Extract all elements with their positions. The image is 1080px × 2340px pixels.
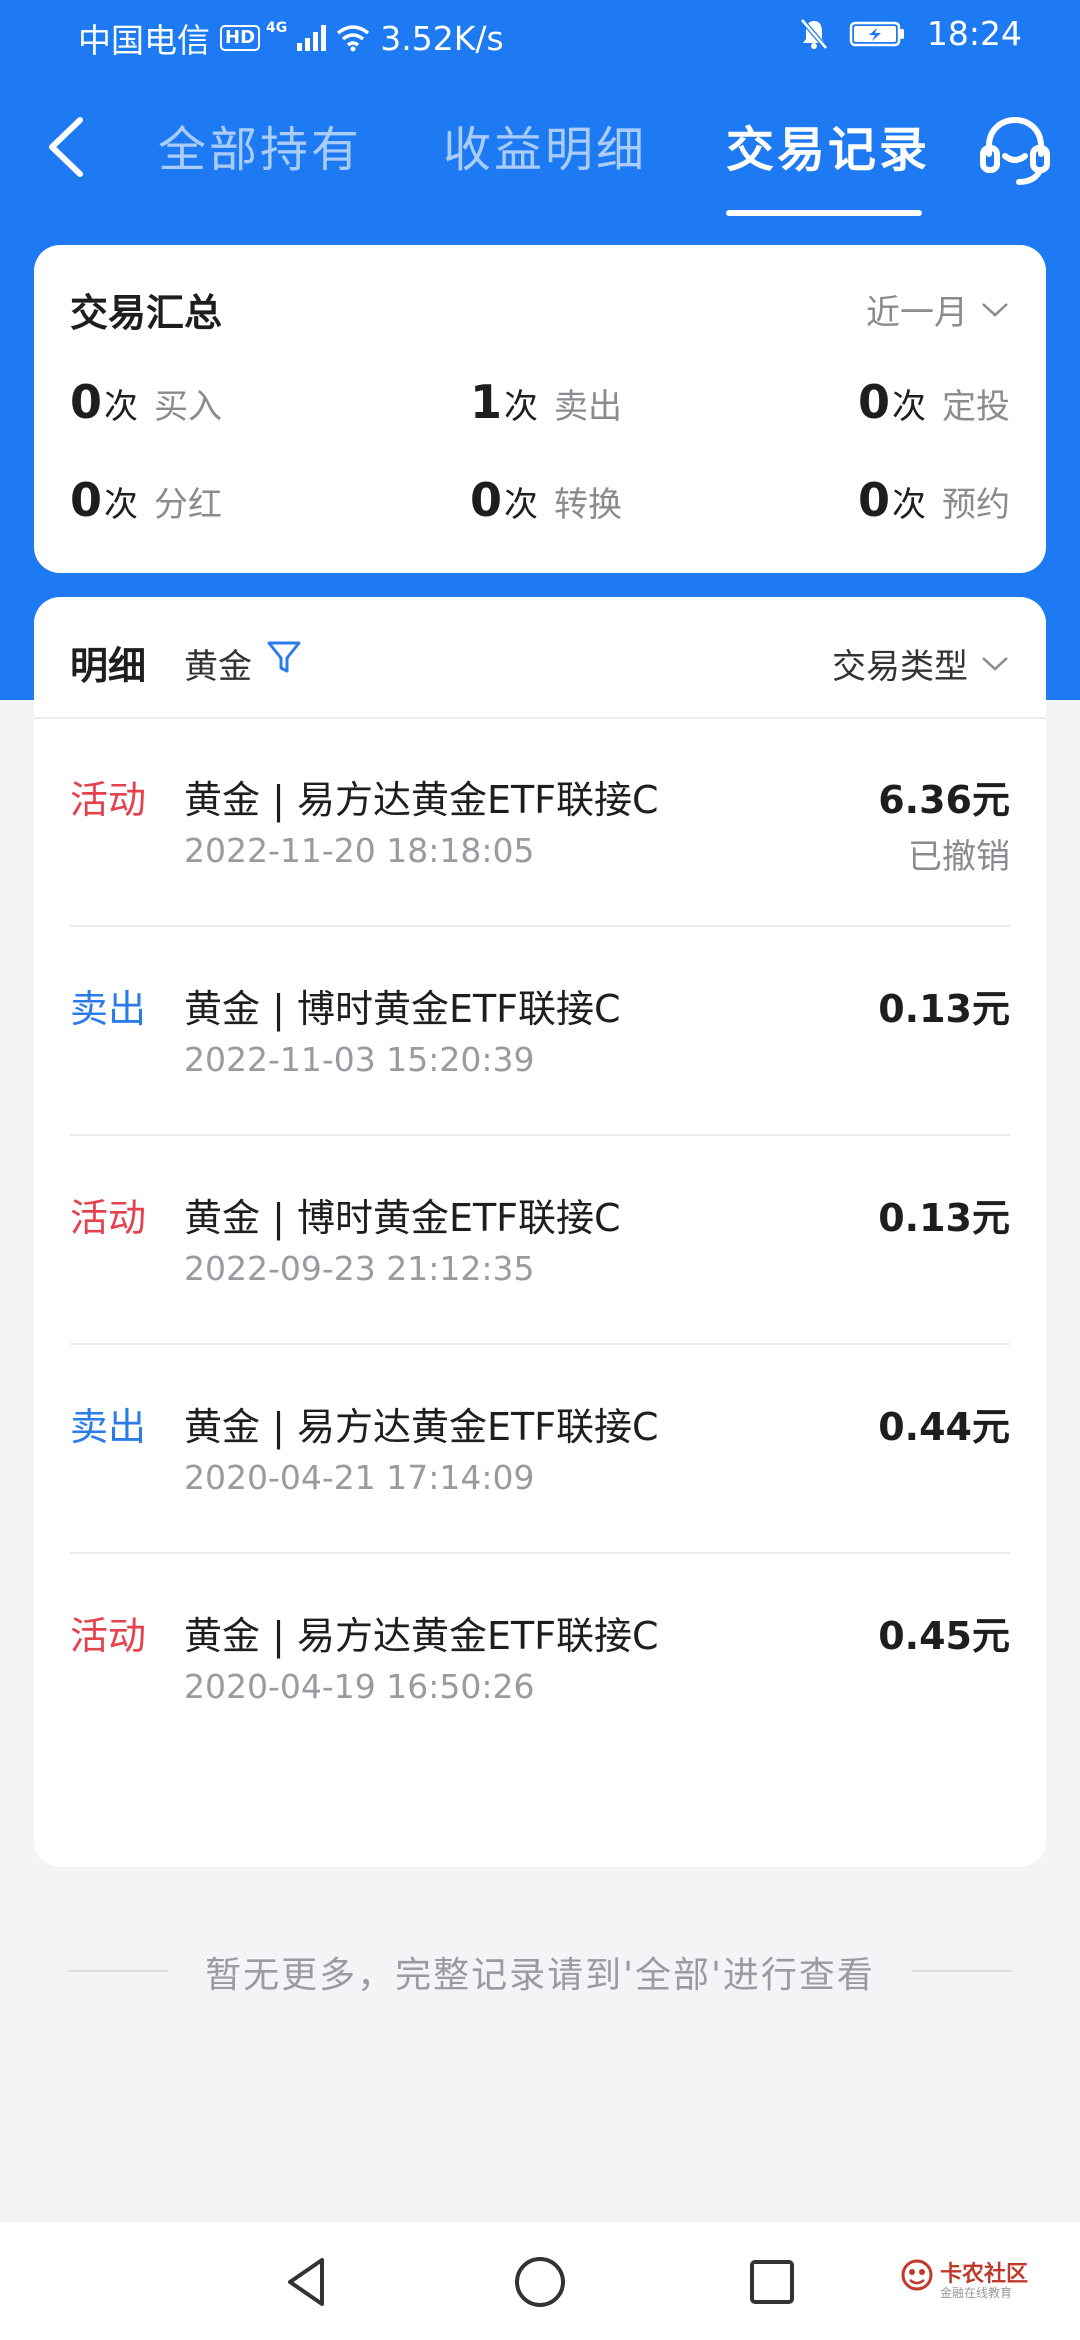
stat-sell: 1 次 卖出: [470, 375, 622, 429]
stat-count: 0: [470, 473, 503, 527]
transaction-row[interactable]: 活动 黄金 | 易方达黄金ETF联接C 2020-04-19 16:50:26 …: [34, 1555, 1046, 1763]
circle-home-icon[interactable]: [510, 2252, 570, 2312]
transaction-row[interactable]: 卖出 黄金 | 易方达黄金ETF联接C 2020-04-21 17:14:09 …: [34, 1346, 1046, 1554]
stat-label: 定投: [942, 387, 1010, 427]
tab-all-holdings[interactable]: 全部持有: [158, 110, 362, 180]
network-type: 4G: [266, 20, 288, 36]
transaction-type: 卖出: [70, 987, 147, 1031]
system-navigation-bar: 卡农社区 金融在线教育: [0, 2222, 1080, 2340]
divider: [912, 1970, 1012, 1972]
hd-badge: HD: [220, 25, 261, 51]
chevron-down-icon: [982, 302, 1008, 317]
transaction-row[interactable]: 活动 黄金 | 易方达黄金ETF联接C 2022-11-20 18:18:05 …: [34, 719, 1046, 927]
filter-label[interactable]: 黄金: [184, 639, 252, 688]
stat-label: 买入: [154, 387, 223, 427]
stat-reserve: 0 次 预约: [858, 473, 1010, 527]
divider: [70, 1343, 1010, 1345]
carrier-name: 中国电信: [78, 21, 210, 60]
transaction-time: 2020-04-19 16:50:26: [184, 1667, 535, 1706]
transaction-type: 活动: [70, 1196, 147, 1240]
transaction-time: 2022-09-23 21:12:35: [184, 1249, 535, 1288]
status-right: 18:24: [799, 14, 1022, 53]
wifi-icon: [337, 25, 370, 52]
tab-profit-details[interactable]: 收益明细: [443, 110, 647, 180]
stat-label: 预约: [942, 485, 1010, 525]
network-speed: 3.52K/s: [380, 18, 504, 58]
stat-unit: 次: [104, 387, 139, 427]
divider: [70, 925, 1010, 927]
headset-icon[interactable]: [975, 110, 1055, 190]
transaction-row[interactable]: 活动 黄金 | 博时黄金ETF联接C 2022-09-23 21:12:35 0…: [34, 1137, 1046, 1345]
transaction-amount: 0.13元: [878, 1196, 1010, 1240]
transaction-type: 卖出: [70, 1405, 147, 1449]
stat-auto-invest: 0 次 定投: [858, 375, 1010, 429]
divider: [70, 1134, 1010, 1136]
filter-icon[interactable]: [266, 639, 302, 675]
square-recent-icon[interactable]: [742, 2252, 802, 2312]
stat-buy: 0 次 买入: [70, 375, 222, 429]
mute-bell-icon: [799, 17, 828, 50]
stat-count: 0: [70, 473, 103, 527]
trade-type-dropdown[interactable]: 交易类型: [832, 639, 1010, 688]
transaction-type: 活动: [70, 778, 147, 822]
stat-label: 卖出: [554, 387, 623, 427]
stat-unit: 次: [504, 387, 539, 427]
stat-unit: 次: [892, 485, 926, 525]
fund-name: 黄金 | 易方达黄金ETF联接C: [184, 1405, 659, 1449]
fund-name: 黄金 | 易方达黄金ETF联接C: [184, 778, 659, 822]
transaction-amount: 0.44元: [878, 1405, 1010, 1449]
stat-count: 0: [857, 473, 890, 527]
watermark-logo-icon: [901, 2259, 933, 2291]
watermark-subtitle: 金融在线教育: [940, 2286, 1013, 2300]
stat-label: 分红: [154, 485, 223, 525]
summary-title: 交易汇总: [70, 291, 223, 335]
battery-icon: [849, 21, 904, 46]
stat-count: 0: [857, 375, 890, 429]
transaction-status: 已撤销: [908, 837, 1010, 877]
transaction-type: 活动: [70, 1614, 147, 1658]
transaction-amount: 0.13元: [878, 987, 1010, 1031]
stat-count: 1: [470, 375, 503, 429]
period-dropdown[interactable]: 近一月: [866, 285, 1010, 334]
fund-name: 黄金 | 博时黄金ETF联接C: [184, 1196, 621, 1240]
stat-dividend: 0 次 分红: [70, 473, 222, 527]
chevron-down-icon: [982, 656, 1008, 671]
transaction-time: 2022-11-20 18:18:05: [184, 831, 535, 870]
detail-title: 明细: [70, 644, 147, 688]
status-bar: 中国电信 HD 4G 3.52K/s 18:24: [0, 0, 1080, 72]
watermark: 卡农社区 金融在线教育: [900, 2250, 1060, 2310]
stat-label: 转换: [554, 485, 623, 525]
trade-detail-card: 明细 黄金 交易类型 活动 黄金 | 易方达黄金ETF联接C 2022-11-2…: [34, 597, 1046, 1867]
stat-unit: 次: [892, 387, 926, 427]
divider: [70, 1552, 1010, 1554]
signal-icon: [297, 25, 327, 51]
stat-count: 0: [70, 375, 103, 429]
transaction-time: 2020-04-21 17:14:09: [184, 1458, 535, 1497]
trade-summary-card: 交易汇总 近一月 0 次 买入 1 次 卖出 0 次 定投 0 次 分红 0 次…: [34, 245, 1046, 573]
transaction-amount: 0.45元: [878, 1614, 1010, 1658]
fund-name: 黄金 | 博时黄金ETF联接C: [184, 987, 621, 1031]
no-more-text: 暂无更多，完整记录请到'全部'进行查看: [205, 1955, 875, 1996]
back-arrow-icon[interactable]: [40, 112, 100, 182]
transaction-row[interactable]: 卖出 黄金 | 博时黄金ETF联接C 2022-11-03 15:20:39 0…: [34, 928, 1046, 1136]
trade-type-label: 交易类型: [832, 647, 968, 687]
active-tab-indicator: [726, 210, 922, 216]
stat-unit: 次: [104, 485, 139, 525]
transaction-amount: 6.36元: [878, 778, 1010, 822]
top-navigation: 全部持有 收益明细 交易记录: [0, 72, 1080, 240]
period-label: 近一月: [866, 293, 968, 333]
triangle-back-icon[interactable]: [278, 2252, 338, 2312]
transaction-time: 2022-11-03 15:20:39: [184, 1040, 535, 1079]
stat-unit: 次: [504, 485, 539, 525]
stat-convert: 0 次 转换: [470, 473, 622, 527]
clock: 18:24: [926, 14, 1022, 53]
status-left: 中国电信 HD 4G 3.52K/s: [78, 14, 504, 62]
no-more-notice: 暂无更多，完整记录请到'全部'进行查看: [0, 1940, 1080, 2000]
tab-trade-records[interactable]: 交易记录: [726, 110, 930, 180]
fund-name: 黄金 | 易方达黄金ETF联接C: [184, 1614, 659, 1658]
